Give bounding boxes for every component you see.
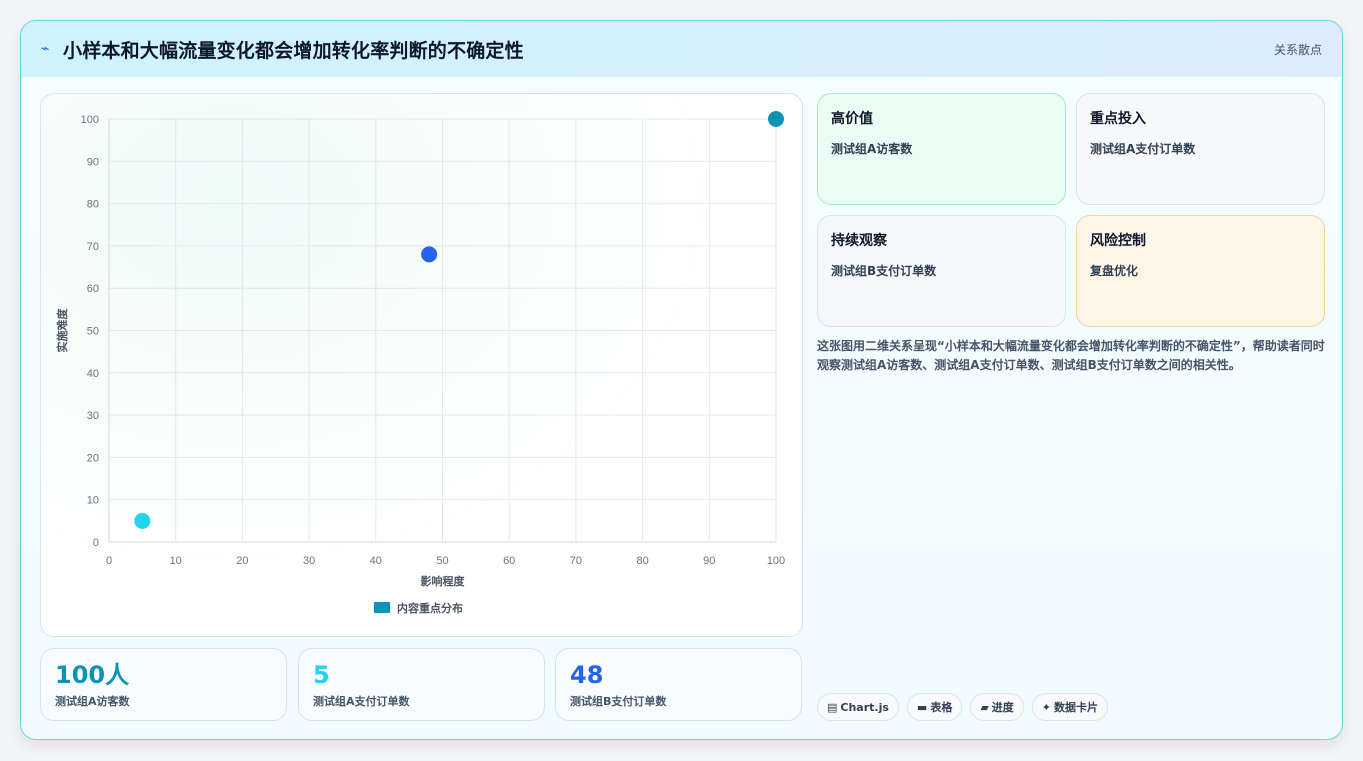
chip-label: Chart.js <box>840 700 889 714</box>
y-tick-label: 30 <box>87 410 99 422</box>
sparkle-icon: ✦ <box>1041 700 1052 714</box>
chip-label: 表格 <box>930 701 953 714</box>
progress-icon: ▰ <box>980 700 989 714</box>
lightning-icon: ⌁ <box>41 41 50 57</box>
feature-chips: ▤ Chart.js ▬ 表格 ▰ 进度 ✦ 数据卡片 <box>817 693 1109 721</box>
chip-table[interactable]: ▬ 表格 <box>906 693 963 721</box>
y-axis-title: 实施难度 <box>55 308 69 353</box>
kpi-label: 测试组A支付订单数 <box>313 695 410 708</box>
quadrant-tile-risk: 风险控制 复盘优化 <box>1076 215 1325 327</box>
scatter-chart: 0 10 20 30 40 50 60 70 80 90 100 0 10 20 30 40 50 60 70 80 9… <box>55 111 785 615</box>
data-point <box>421 246 438 263</box>
x-tick-label: 30 <box>303 555 315 567</box>
kpi-value: 48 <box>570 661 604 689</box>
chip-progress[interactable]: ▰ 进度 <box>970 693 1024 721</box>
table-icon: ▬ <box>916 700 928 714</box>
main-card: ⌁ 小样本和大幅流量变化都会增加转化率判断的不确定性 关系散点 0 10 20 30 4… <box>20 20 1343 740</box>
y-tick-label: 20 <box>87 452 99 464</box>
data-point <box>768 111 784 127</box>
y-tick-label: 40 <box>87 368 99 380</box>
kpi-label: 测试组B支付订单数 <box>570 695 667 708</box>
x-tick-label: 20 <box>236 555 248 567</box>
x-tick-label: 60 <box>503 555 515 567</box>
quadrant-tile-high-value: 高价值 测试组A访客数 <box>817 93 1066 205</box>
tile-subtitle: 复盘优化 <box>1090 264 1139 278</box>
y-tick-label: 10 <box>87 495 99 507</box>
kpi-card-3: 48 测试组B支付订单数 <box>555 648 802 721</box>
title-group: ⌁ 小样本和大幅流量变化都会增加转化率判断的不确定性 <box>41 36 524 63</box>
y-tick-label: 80 <box>87 199 99 211</box>
chip-chartjs[interactable]: ▤ Chart.js <box>817 693 899 721</box>
page-title: 小样本和大幅流量变化都会增加转化率判断的不确定性 <box>63 39 524 62</box>
y-tick-label: 90 <box>87 156 99 168</box>
tile-title: 风险控制 <box>1090 233 1146 249</box>
chip-data-card[interactable]: ✦ 数据卡片 <box>1031 693 1109 721</box>
chart-type-tag: 关系散点 <box>1273 42 1322 57</box>
tile-title: 重点投入 <box>1090 111 1146 127</box>
y-tick-label: 0 <box>93 537 99 549</box>
chart-panel: 0 10 20 30 40 50 60 70 80 90 100 0 10 20 30 40 50 60 70 80 9… <box>40 93 803 637</box>
y-tick-label: 50 <box>87 326 99 338</box>
x-axis-title: 影响程度 <box>421 574 466 588</box>
chip-label: 数据卡片 <box>1054 701 1099 714</box>
x-tick-label: 0 <box>106 555 112 567</box>
x-tick-label: 90 <box>703 555 715 567</box>
chart-description: 这张图用二维关系呈现“小样本和大幅流量变化都会增加转化率判断的不确定性”，帮助读… <box>817 339 1325 372</box>
tile-subtitle: 测试组A访客数 <box>831 142 913 156</box>
legend-label: 内容重点分布 <box>397 601 463 615</box>
data-point <box>134 512 151 529</box>
x-tick-label: 40 <box>370 555 382 567</box>
quadrant-tile-invest: 重点投入 测试组A支付订单数 <box>1076 93 1325 205</box>
x-tick-label: 10 <box>170 555 182 567</box>
tile-subtitle: 测试组B支付订单数 <box>831 264 937 278</box>
tile-title: 高价值 <box>831 111 873 127</box>
x-tick-label: 80 <box>636 555 648 567</box>
kpi-value: 100人 <box>55 661 130 689</box>
chip-label: 进度 <box>991 701 1014 714</box>
tile-subtitle: 测试组A支付订单数 <box>1090 142 1196 156</box>
x-tick-label: 100 <box>767 555 785 567</box>
kpi-card-1: 100人 测试组A访客数 <box>40 648 287 721</box>
y-tick-label: 100 <box>81 114 99 126</box>
chart-icon: ▤ <box>827 700 838 714</box>
kpi-label: 测试组A访客数 <box>55 695 130 708</box>
y-tick-label: 70 <box>87 241 99 253</box>
x-tick-label: 70 <box>570 555 582 567</box>
card-header: ⌁ 小样本和大幅流量变化都会增加转化率判断的不确定性 关系散点 <box>21 21 1342 77</box>
quadrant-tile-observe: 持续观察 测试组B支付订单数 <box>817 215 1066 327</box>
y-tick-label: 60 <box>87 283 99 295</box>
kpi-value: 5 <box>313 661 330 689</box>
tile-title: 持续观察 <box>831 233 887 249</box>
kpi-card-2: 5 测试组A支付订单数 <box>298 648 545 721</box>
x-tick-label: 50 <box>436 555 448 567</box>
legend-swatch <box>374 602 390 613</box>
